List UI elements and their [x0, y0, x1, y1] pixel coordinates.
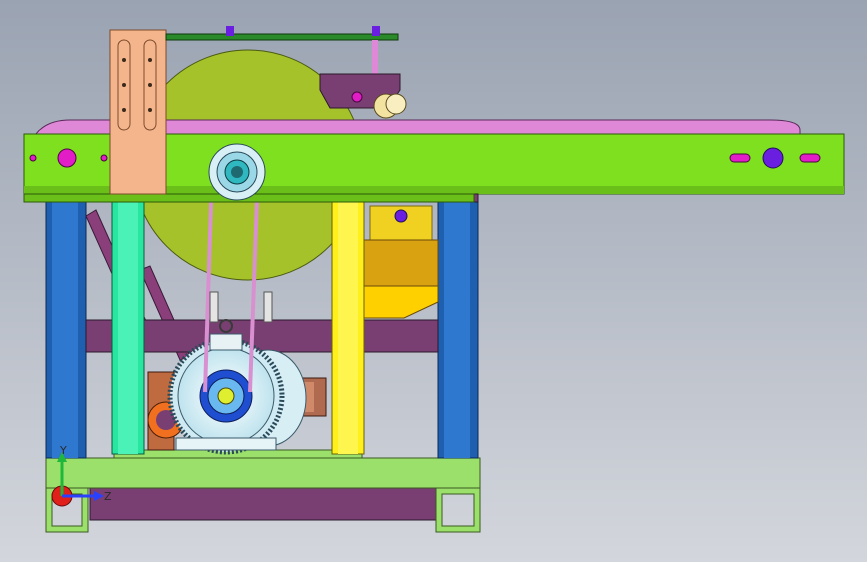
plate-screw: [148, 108, 152, 112]
frame-bolt-right: [762, 147, 784, 169]
motor-feet[interactable]: [175, 437, 277, 451]
frame-hole-left: [29, 154, 37, 162]
motor-base-plate[interactable]: [113, 449, 363, 459]
yellow-strut-face: [338, 200, 358, 454]
motor-shaft: [217, 387, 235, 405]
triad-y-label: Y: [59, 444, 67, 457]
base-crossbar[interactable]: [89, 487, 441, 521]
carriage-rod: [372, 40, 378, 74]
guide-bolt-right: [372, 26, 380, 36]
left-leg-face: [52, 200, 78, 458]
assembly-canvas[interactable]: Y Z: [0, 0, 867, 562]
hopper-bolt: [394, 209, 408, 223]
belt-tensioner-right[interactable]: [263, 291, 273, 323]
belt-tensioner-left[interactable]: [209, 291, 219, 323]
base-rail[interactable]: [45, 457, 481, 489]
top-guide-bar[interactable]: [165, 33, 399, 41]
plate-screw: [148, 83, 152, 87]
arbor-shaft: [231, 166, 243, 178]
frame-slot-right: [799, 153, 821, 163]
plate-screw: [148, 58, 152, 62]
right-leg-face: [444, 200, 470, 458]
roller-wheel-front[interactable]: [385, 93, 407, 115]
triad-z-label: Z: [104, 490, 112, 503]
plate-screw: [122, 108, 126, 112]
guide-bolt-left: [226, 26, 234, 36]
hopper-body[interactable]: [359, 239, 439, 287]
plate-screw: [122, 83, 126, 87]
frame-slot-left: [729, 153, 751, 163]
frame-bolt-left: [57, 148, 77, 168]
plate-screw: [122, 58, 126, 62]
frame-hole-mid: [100, 154, 108, 162]
motor-lifting-lug[interactable]: [209, 333, 243, 351]
cad-viewport[interactable]: Y Z: [0, 0, 867, 562]
carriage-bolt: [351, 91, 363, 103]
teal-strut-face: [118, 200, 138, 454]
